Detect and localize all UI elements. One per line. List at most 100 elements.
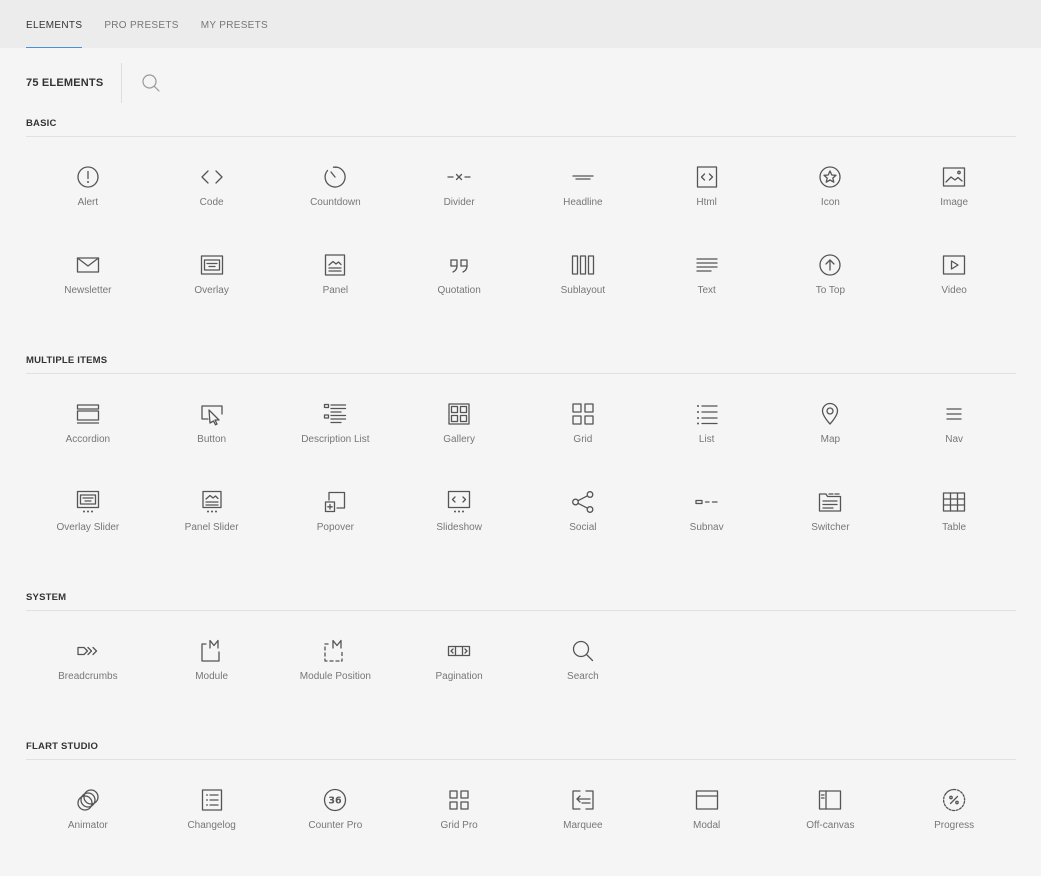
element-overlay-slider[interactable]: Overlay Slider — [26, 490, 150, 578]
star-icon — [819, 166, 842, 188]
element-label: Popover — [316, 522, 354, 533]
element-module-position[interactable]: Module Position — [274, 639, 398, 727]
element-grid-pro[interactable]: Grid Pro — [397, 788, 521, 876]
panel-icon — [325, 254, 346, 276]
element-newsletter[interactable]: Newsletter — [26, 253, 150, 341]
element-countdown[interactable]: Countdown — [274, 165, 398, 253]
tab-elements[interactable]: ELEMENTS — [26, 19, 83, 48]
popover-icon — [325, 491, 346, 513]
element-gallery[interactable]: Gallery — [397, 402, 521, 490]
element-label: Gallery — [443, 434, 475, 445]
element-modal[interactable]: Modal — [645, 788, 769, 876]
element-button[interactable]: Button — [150, 402, 274, 490]
marquee-icon — [572, 790, 594, 810]
video-icon — [942, 255, 966, 275]
elements-toolbar: 75 ELEMENTS — [0, 48, 1041, 118]
grid-pro-icon — [449, 790, 469, 810]
element-image[interactable]: Image — [892, 165, 1016, 253]
section-title: MULTIPLE ITEMS — [26, 355, 1016, 374]
element-headline[interactable]: Headline — [521, 165, 645, 253]
element-subnav[interactable]: Subnav — [645, 490, 769, 578]
map-pin-icon — [822, 402, 839, 425]
element-video[interactable]: Video — [892, 253, 1016, 341]
grid-icon — [572, 403, 594, 425]
list-icon — [696, 405, 718, 425]
element-label: List — [698, 434, 715, 445]
element-module[interactable]: Module — [150, 639, 274, 727]
description-list-icon — [324, 403, 347, 424]
element-switcher[interactable]: Switcher — [769, 490, 893, 578]
element-html[interactable]: Html — [645, 165, 769, 253]
element-search[interactable]: Search — [521, 639, 645, 727]
element-label: Grid — [573, 434, 593, 445]
element-label: Quotation — [437, 285, 481, 296]
element-quotation[interactable]: Quotation — [397, 253, 521, 341]
changelog-icon — [201, 789, 222, 811]
element-progress[interactable]: Progress — [892, 788, 1016, 876]
element-overlay[interactable]: Overlay — [150, 253, 274, 341]
element-text[interactable]: Text — [645, 253, 769, 341]
element-label: Module — [195, 671, 229, 682]
overlay-icon — [200, 255, 223, 275]
element-table[interactable]: Table — [892, 490, 1016, 578]
element-slideshow[interactable]: Slideshow — [397, 490, 521, 578]
overlay-slider-icon — [76, 490, 100, 513]
element-code[interactable]: Code — [150, 165, 274, 253]
search-toggle-button[interactable] — [140, 72, 162, 94]
element-nav[interactable]: Nav — [892, 402, 1016, 490]
element-label: Slideshow — [436, 522, 482, 533]
element-label: Social — [569, 522, 597, 533]
element-marquee[interactable]: Marquee — [521, 788, 645, 876]
element-map[interactable]: Map — [769, 402, 893, 490]
element-list[interactable]: List — [645, 402, 769, 490]
element-label: Overlay — [194, 285, 229, 296]
button-icon — [200, 405, 223, 426]
element-label: Counter Pro — [308, 820, 363, 831]
element-icon[interactable]: Icon — [769, 165, 893, 253]
element-divider[interactable]: Divider — [397, 165, 521, 253]
element-label: Html — [696, 197, 717, 208]
element-social[interactable]: Social — [521, 490, 645, 578]
top-tab-bar: ELEMENTS PRO PRESETS MY PRESETS — [0, 0, 1041, 48]
element-sublayout[interactable]: Sublayout — [521, 253, 645, 341]
counter-pro-icon: 36 — [324, 788, 347, 812]
element-label: Animator — [67, 820, 108, 831]
element-to-top[interactable]: To Top — [769, 253, 893, 341]
element-off-canvas[interactable]: Off-canvas — [769, 788, 893, 876]
element-panel[interactable]: Panel — [274, 253, 398, 341]
tab-pro-presets[interactable]: PRO PRESETS — [104, 19, 178, 48]
modal-icon — [695, 790, 718, 810]
to-top-icon — [819, 254, 842, 276]
element-animator[interactable]: Animator — [26, 788, 150, 876]
element-label: Description List — [301, 434, 370, 445]
alert-icon — [77, 166, 99, 188]
gallery-icon — [448, 403, 470, 425]
module-position-icon — [324, 639, 344, 662]
element-accordion[interactable]: Accordion — [26, 402, 150, 490]
pagination-icon — [447, 645, 471, 657]
element-grid[interactable]: Grid — [521, 402, 645, 490]
search-icon — [572, 640, 594, 662]
element-popover[interactable]: Popover — [274, 490, 398, 578]
element-label: Icon — [820, 197, 840, 208]
element-changelog[interactable]: Changelog — [150, 788, 274, 876]
element-panel-slider[interactable]: Panel Slider — [150, 490, 274, 578]
element-counter-pro[interactable]: 36 Counter Pro — [274, 788, 398, 876]
element-pagination[interactable]: Pagination — [397, 639, 521, 727]
element-label: Pagination — [435, 671, 483, 682]
section-system: SYSTEM Breadcrumbs Module Module Positio… — [26, 592, 1016, 727]
element-label: Subnav — [689, 522, 724, 533]
element-breadcrumbs[interactable]: Breadcrumbs — [26, 639, 150, 727]
tab-my-presets[interactable]: MY PRESETS — [201, 19, 268, 48]
table-icon — [942, 492, 966, 512]
element-alert[interactable]: Alert — [26, 165, 150, 253]
image-icon — [942, 167, 966, 187]
sublayout-icon — [571, 255, 595, 275]
module-icon — [200, 639, 220, 662]
element-label: Sublayout — [560, 285, 606, 296]
element-label: Module Position — [299, 671, 371, 682]
section-flart-studio: FLART STUDIO Animator Changelog 36 Count… — [26, 741, 1016, 876]
element-description-list[interactable]: Description List — [274, 402, 398, 490]
element-label: Changelog — [187, 820, 236, 831]
element-label: Progress — [934, 820, 975, 831]
